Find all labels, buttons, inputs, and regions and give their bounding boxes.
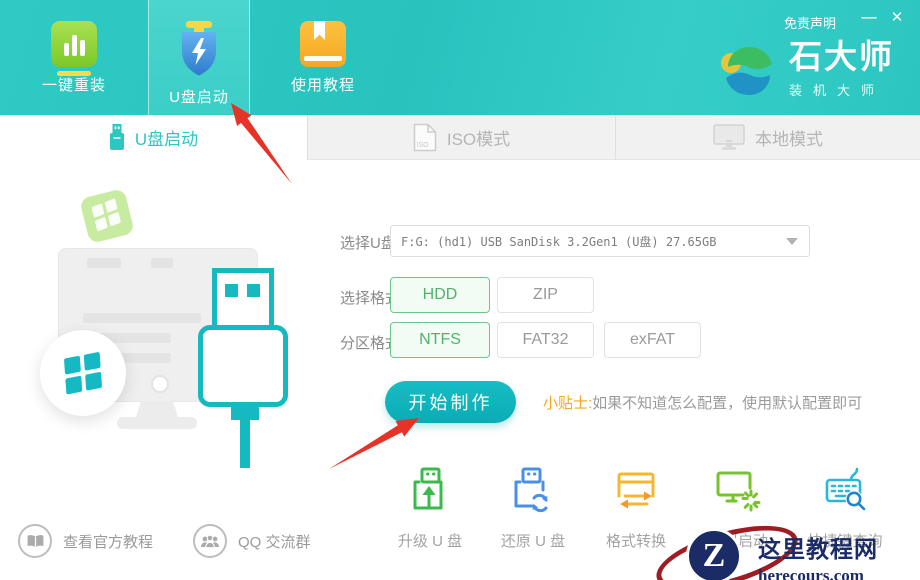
brand-logo: 石大师 装机大师 <box>718 40 894 102</box>
tool-upgrade-usb[interactable]: 升级 U 盘 <box>370 466 490 551</box>
qq-group-link[interactable]: QQ 交流群 <box>193 522 311 560</box>
people-icon <box>193 524 227 558</box>
site-watermark: Z 这里教程网 herecours.com <box>654 518 916 580</box>
usb-boot-shield-icon <box>174 21 224 79</box>
usb-illustration <box>0 160 330 580</box>
tab-label: 本地模式 <box>755 125 823 150</box>
disclaimer-link[interactable]: 免责声明 <box>784 13 836 32</box>
tab-label: ISO模式 <box>447 125 510 150</box>
usb-tab-icon <box>109 124 125 151</box>
usb-restore-icon <box>508 466 558 516</box>
tip-label: 小贴士: <box>543 395 592 412</box>
minimize-button[interactable]: — <box>858 8 880 28</box>
simulate-boot-icon <box>713 466 763 516</box>
mode-tabs: U盘启动 ISO ISO模式 本地模式 <box>0 115 920 160</box>
format-option-hdd[interactable]: HDD <box>390 277 490 313</box>
windows-logo-badge <box>40 330 126 416</box>
book-icon <box>18 524 52 558</box>
header: 一键重装 U盘启动 使用教程 免责声明 — ✕ <box>0 0 920 115</box>
partition-option-ntfs[interactable]: NTFS <box>390 322 490 358</box>
tool-restore-usb[interactable]: 还原 U 盘 <box>473 466 593 551</box>
official-tutorial-link[interactable]: 查看官方教程 <box>18 522 153 560</box>
brand-logo-icon <box>718 40 780 102</box>
brand-tagline: 装机大师 <box>789 80 894 99</box>
toolbar-item-usb-boot[interactable]: U盘启动 <box>148 0 250 115</box>
tab-local-mode[interactable]: 本地模式 <box>615 115 920 160</box>
tab-usb-boot[interactable]: U盘启动 <box>0 115 307 160</box>
format-option-zip[interactable]: ZIP <box>497 277 594 313</box>
usb-plug-illustration <box>212 268 274 330</box>
start-make-button[interactable]: 开始制作 <box>385 381 516 423</box>
tab-iso-mode[interactable]: ISO ISO模式 <box>307 115 615 160</box>
usb-drive-value: F:G: (hd1) USB SanDisk 3.2Gen1 (U盘) 27.6… <box>401 233 716 250</box>
watermark-site-name: 这里教程网 <box>758 530 878 564</box>
watermark-logo: Z <box>686 528 742 580</box>
partition-option-exfat[interactable]: exFAT <box>604 322 701 358</box>
close-button[interactable]: ✕ <box>886 8 908 28</box>
chevron-down-icon <box>786 238 798 245</box>
reinstall-icon <box>51 21 97 67</box>
partition-option-fat32[interactable]: FAT32 <box>497 322 594 358</box>
usb-drive-select[interactable]: F:G: (hd1) USB SanDisk 3.2Gen1 (U盘) 27.6… <box>390 225 810 257</box>
toolbar-item-label: 使用教程 <box>291 74 355 95</box>
app-window: 一键重装 U盘启动 使用教程 免责声明 — ✕ <box>0 0 920 580</box>
footer-link-label: 查看官方教程 <box>63 531 153 552</box>
svg-text:ISO: ISO <box>416 142 429 149</box>
tip-text: 小贴士:如果不知道怎么配置，使用默认配置即可 <box>543 392 862 413</box>
watermark-domain: herecours.com <box>758 566 878 580</box>
tab-label: U盘启动 <box>135 125 198 150</box>
monitor-icon <box>713 124 745 150</box>
usb-upgrade-icon <box>405 466 455 516</box>
toolbar-item-label: 一键重装 <box>42 74 106 95</box>
tool-label: 还原 U 盘 <box>501 530 565 551</box>
tool-label: 升级 U 盘 <box>398 530 462 551</box>
brand-name: 石大师 <box>789 40 894 75</box>
windows-tile-icon <box>79 188 135 244</box>
toolbar-item-label: U盘启动 <box>169 86 229 107</box>
footer-link-label: QQ 交流群 <box>238 531 311 552</box>
format-convert-icon <box>611 466 661 516</box>
hotkey-query-icon <box>820 466 870 516</box>
tutorial-book-icon <box>300 21 346 67</box>
iso-file-icon: ISO <box>413 123 437 152</box>
toolbar-item-tutorial[interactable]: 使用教程 <box>277 21 369 95</box>
toolbar-item-reinstall[interactable]: 一键重装 <box>28 21 120 95</box>
main-content: 选择U盘: F:G: (hd1) USB SanDisk 3.2Gen1 (U盘… <box>0 160 920 580</box>
